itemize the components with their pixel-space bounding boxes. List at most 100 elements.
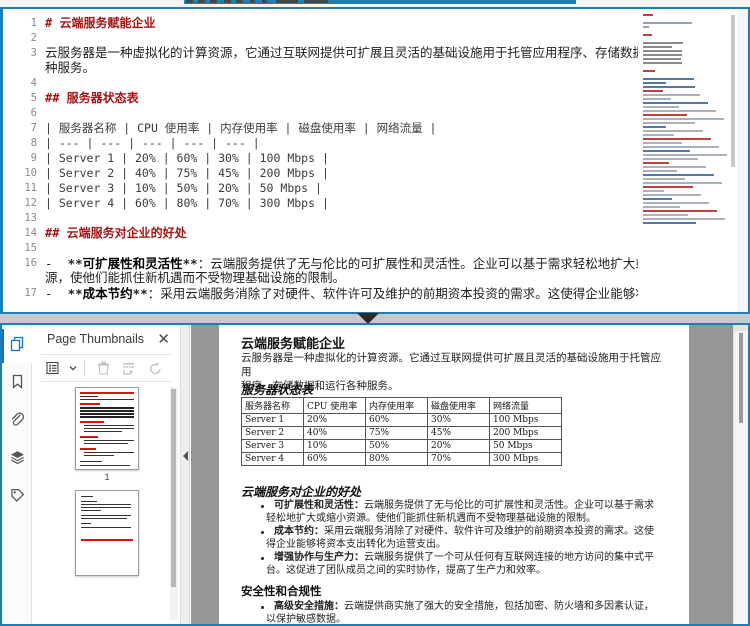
benefit-term: 增强协作与生产力：	[274, 552, 364, 563]
table-header-cell: 磁盘使用率	[427, 397, 490, 414]
pdf-document-title: 云端服务赋能企业	[241, 337, 346, 352]
thumbnails-scrollbar-thumb[interactable]	[171, 389, 176, 587]
page-thumbnails-list[interactable]: 1	[37, 385, 176, 622]
table-cell: 75%	[365, 426, 428, 440]
toolbar-icon-9[interactable]	[304, 0, 328, 3]
code-line[interactable]: 种服务。	[45, 61, 95, 76]
security-text-line1: 云端提供商实施了强大的安全措施，包括加密、防火墙和多因素认证，	[344, 601, 654, 612]
line-number: 15	[24, 242, 37, 254]
line-number: 16	[24, 257, 37, 269]
minimap-line	[643, 206, 680, 208]
security-item-1: 高级安全措施：云端提供商实施了强大的安全措施，包括加密、防火墙和多因素认证，	[274, 600, 674, 613]
scroll-up-button[interactable]	[734, 325, 748, 331]
minimap-line	[643, 198, 672, 200]
pdf-scrollbar-thumb[interactable]	[739, 333, 743, 423]
benefit-item-2-cont: 得企业能够将资本支出转化为运营支出。	[266, 539, 446, 550]
minimap-line	[643, 178, 685, 180]
markdown-editor-pane[interactable]: 1 2 3 4 5 6 7 8 9 10 11 12 13 14 15 16 17 # 云端服务赋能企业 云服务器…	[0, 7, 750, 314]
page-thumbnails-toolbar	[41, 354, 172, 382]
code-line[interactable]: | --- | --- | --- | --- | --- |	[45, 136, 260, 151]
list-bullet-icon	[261, 505, 264, 508]
list-bullet-icon	[261, 531, 264, 534]
toolbar-icon-1[interactable]	[186, 0, 193, 3]
minimap-line	[643, 14, 653, 16]
minimap-line	[643, 158, 698, 160]
code-line[interactable]: | Server 2 | 40% | 75% | 45% | 200 Mbps …	[45, 166, 329, 181]
minimap-line	[643, 162, 669, 164]
code-line[interactable]: ## 云端服务对企业的好处	[45, 226, 187, 241]
minimap-line	[643, 166, 706, 168]
minimap-line	[643, 182, 722, 184]
tags-icon	[9, 487, 26, 509]
delete-pages-button[interactable]	[90, 357, 116, 379]
toolbar-icon-8[interactable]	[276, 0, 298, 3]
minimap-line	[643, 146, 719, 148]
minimap-line	[643, 130, 703, 132]
page-thumbnails-title: Page Thumbnails	[47, 332, 145, 346]
thumbnail-options-dropdown[interactable]	[67, 357, 79, 379]
toolbar-icon-6[interactable]	[250, 0, 255, 3]
editor-code-area[interactable]: # 云端服务赋能企业云服务器是一种虚拟化的计算资源，它通过互联网提供可扩展且灵活…	[45, 9, 638, 312]
minimap-line	[643, 90, 663, 92]
thumbnail-page-1[interactable]: 1	[75, 387, 139, 483]
minimap-line	[643, 94, 700, 96]
minimap-line	[643, 174, 714, 176]
minimap-line	[643, 150, 690, 152]
pdf-server-status-table: 服务器名称 CPU 使用率 内存使用率 磁盘使用率 网络流量 Server 1 …	[241, 397, 562, 466]
rail-item-page-thumbnails[interactable]	[2, 329, 32, 363]
toolbar-icon-2[interactable]	[198, 0, 205, 3]
pdf-vertical-scrollbar[interactable]	[733, 325, 748, 624]
code-line[interactable]: | Server 3 | 10% | 50% | 20% | 50 Mbps |	[45, 181, 322, 196]
toolbar-icon-5[interactable]	[236, 0, 243, 3]
list-bullet-icon	[261, 606, 264, 609]
thumbnails-vertical-scrollbar[interactable]	[170, 387, 178, 620]
rail-item-attachments[interactable]	[2, 405, 32, 439]
security-term: 高级安全措施：	[274, 601, 344, 612]
minimap-line	[643, 154, 727, 156]
rail-item-tags[interactable]	[2, 481, 32, 515]
panel-splitter[interactable]	[181, 325, 190, 624]
extract-pages-button[interactable]	[116, 357, 142, 379]
close-icon[interactable]: ✕	[157, 330, 170, 348]
toolbar-icon-7[interactable]	[262, 0, 267, 3]
line-number: 11	[24, 182, 37, 194]
editor-line-number-gutter: 1 2 3 4 5 6 7 8 9 10 11 12 13 14 15 16 17	[3, 9, 43, 312]
rail-item-layers[interactable]	[2, 443, 32, 477]
markdown-editor-surface[interactable]: 1 2 3 4 5 6 7 8 9 10 11 12 13 14 15 16 17 # 云端服务赋能企业 云服务器…	[3, 9, 748, 312]
minimap-line	[643, 214, 688, 216]
minimap-line	[643, 34, 652, 36]
minimap-line	[643, 82, 666, 84]
benefit-text-line1: 采用云端服务消除了对硬件、软件许可及维护的前期资本投资的需求。这使	[324, 526, 654, 537]
code-line[interactable]: | 服务器名称 | CPU 使用率 | 内存使用率 | 磁盘使用率 | 网络流量…	[45, 121, 436, 136]
collapse-panel-arrow-icon[interactable]	[183, 451, 188, 461]
thumbnail-page-2[interactable]	[75, 490, 139, 578]
pdf-document-area[interactable]: 云端服务赋能企业 云服务器是一种虚拟化的计算资源。它通过互联网提供可扩展且灵活的…	[191, 325, 748, 624]
code-line[interactable]: | Server 4 | 60% | 80% | 70% | 300 Mbps …	[45, 196, 329, 211]
code-line[interactable]: - **成本节约**：采用云端服务消除了对硬件、软件许可及维护的前期资本投资的需…	[45, 286, 638, 302]
code-line[interactable]: ## 服务器状态表	[45, 91, 139, 106]
code-line[interactable]: # 云端服务赋能企业	[45, 16, 155, 31]
line-number: 8	[30, 137, 37, 149]
code-line[interactable]: 源，使他们能抓住新机遇而不受物理基础设施的限制。	[45, 271, 345, 286]
minimap-line	[643, 194, 701, 196]
table-cell: 50 Mbps	[489, 439, 562, 453]
code-line[interactable]: | Server 1 | 20% | 60% | 30% | 100 Mbps …	[45, 151, 329, 166]
toolbar-icon-4[interactable]	[224, 0, 231, 3]
editor-minimap[interactable]	[640, 11, 736, 310]
table-cell: 60%	[303, 452, 366, 466]
thumbnail-size-options-button[interactable]	[41, 357, 67, 379]
toolbar-icon-3[interactable]	[210, 0, 217, 3]
benefit-item-1: 可扩展性和灵活性：云端服务提供了无与伦比的可扩展性和灵活性。企业可以基于需求	[274, 499, 674, 512]
minimap-viewport-indicator[interactable]	[731, 15, 735, 167]
rail-item-bookmarks[interactable]	[2, 367, 32, 401]
minimap-line	[643, 170, 677, 172]
code-line[interactable]: 云服务器是一种虚拟化的计算资源，它通过互联网提供可扩展且灵活的基础设施用于托管应…	[45, 46, 638, 61]
table-cell: 100 Mbps	[489, 413, 562, 427]
line-number: 5	[30, 92, 37, 104]
table-cell: 80%	[365, 452, 428, 466]
minimap-line	[643, 106, 679, 108]
rotate-page-button[interactable]	[142, 357, 168, 379]
minimap-line	[643, 186, 693, 188]
editor-vertical-scrollbar[interactable]	[737, 9, 748, 312]
code-line[interactable]: - **可扩展性和灵活性**：云端服务提供了无与伦比的可扩展性和灵活性。企业可以…	[45, 256, 638, 272]
